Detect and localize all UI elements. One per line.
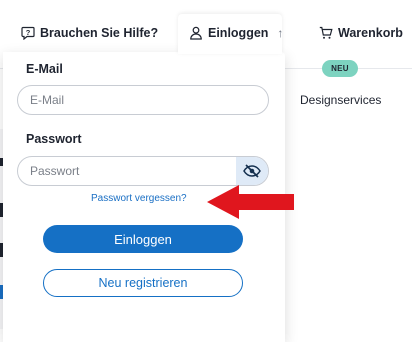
cart-label: Warenkorb bbox=[338, 26, 403, 40]
login-button[interactable]: Einloggen bbox=[43, 225, 243, 253]
page-content-right bbox=[285, 129, 412, 329]
register-button[interactable]: Neu registrieren bbox=[43, 269, 243, 297]
user-icon bbox=[190, 26, 202, 40]
red-arrow-icon bbox=[207, 185, 294, 219]
arrow-up-icon: ↑ bbox=[277, 26, 284, 40]
svg-text:?: ? bbox=[26, 28, 31, 37]
email-input[interactable] bbox=[17, 85, 269, 115]
toggle-password-visibility[interactable] bbox=[236, 157, 268, 185]
login-tab[interactable]: Einloggen ↑ bbox=[178, 14, 283, 54]
new-badge: NEU bbox=[322, 60, 358, 77]
forgot-password-link[interactable]: Passwort vergessen? bbox=[91, 193, 187, 204]
password-label: Passwort bbox=[26, 132, 82, 146]
eye-slash-icon bbox=[243, 164, 261, 178]
login-tab-content[interactable]: Einloggen ↑ bbox=[189, 26, 283, 40]
login-tab-label: Einloggen bbox=[208, 26, 269, 40]
password-input[interactable] bbox=[17, 156, 269, 186]
question-bubble-icon: ? bbox=[21, 26, 35, 40]
cart-link[interactable]: Warenkorb bbox=[319, 26, 403, 40]
email-label: E-Mail bbox=[26, 62, 63, 76]
help-link[interactable]: ? Brauchen Sie Hilfe? bbox=[21, 26, 158, 40]
cart-icon bbox=[319, 26, 333, 39]
nav-item-designservices[interactable]: Designservices bbox=[300, 93, 381, 107]
help-label: Brauchen Sie Hilfe? bbox=[40, 26, 159, 40]
